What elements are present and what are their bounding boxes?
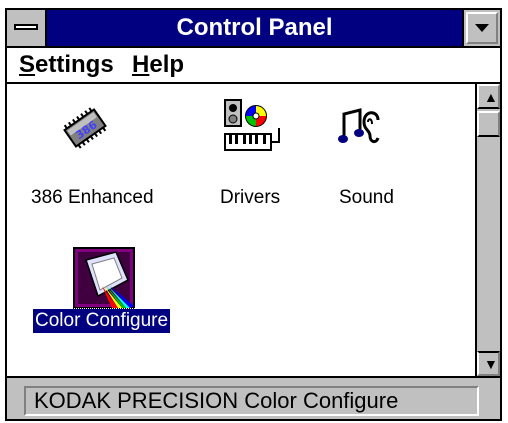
scroll-up-button[interactable]: ▲ (477, 84, 500, 109)
menu-help-label: elp (149, 51, 185, 78)
menu-settings-mnemonic: S (19, 51, 36, 78)
menu-settings[interactable]: Settings (19, 48, 114, 82)
vertical-scrollbar[interactable]: ▲ ▼ (475, 84, 500, 376)
system-menu-icon (14, 24, 38, 30)
menu-help-mnemonic: H (132, 51, 150, 78)
down-arrow-icon: ▼ (484, 356, 498, 372)
scroll-down-button[interactable]: ▼ (477, 351, 500, 376)
color-configure-icon (73, 247, 135, 309)
icon-label-color-configure: Color Configure (31, 308, 172, 334)
up-arrow-icon: ▲ (484, 89, 498, 105)
chip-386-icon: 386 (63, 107, 107, 149)
status-text: KODAK PRECISION Color Configure (24, 386, 479, 416)
minimize-button[interactable] (462, 10, 500, 46)
icon-area: 386 386 Enhanced Drivers Sound Color Con… (7, 84, 475, 376)
scroll-thumb[interactable] (477, 111, 500, 137)
minimize-arrow-icon (475, 24, 489, 32)
sound-icon (338, 108, 380, 144)
icon-label-sound: Sound (339, 187, 394, 208)
icon-label-drivers: Drivers (220, 187, 281, 208)
title-bar[interactable]: Control Panel (7, 10, 500, 48)
icon-label-386-enhanced: 386 Enhanced (31, 187, 154, 208)
menu-settings-label: ettings (35, 51, 114, 78)
drivers-icon (224, 99, 280, 151)
status-bar: KODAK PRECISION Color Configure (7, 376, 500, 419)
window-title: Control Panel (176, 14, 333, 41)
system-menu-button[interactable] (7, 10, 47, 46)
menu-help[interactable]: Help (132, 48, 184, 82)
menu-bar: Settings Help (7, 48, 500, 84)
control-panel-window: Control Panel Settings Help 386 386 Enha… (5, 8, 502, 421)
